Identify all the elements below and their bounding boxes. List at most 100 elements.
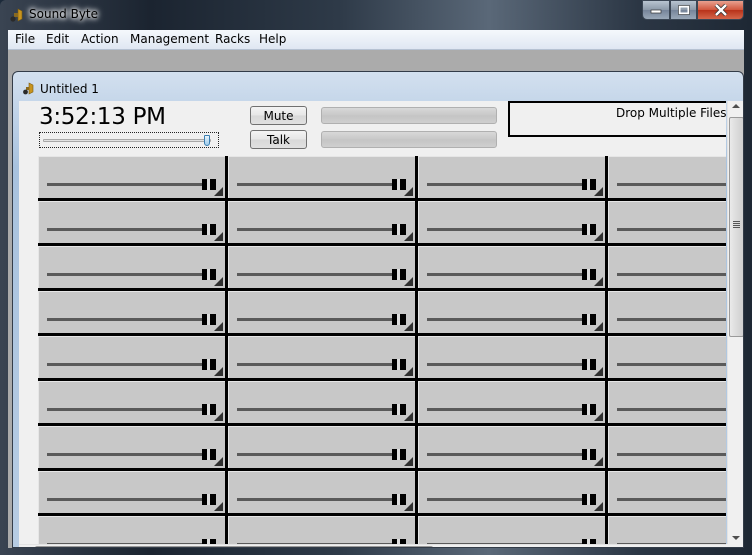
gramophone-icon [10, 8, 23, 22]
mute-button[interactable]: Mute [250, 106, 307, 125]
cell-face [228, 381, 415, 423]
document-window: Untitled 1 3:52:13 PM Mute Talk Drop Mul… [12, 71, 744, 548]
scroll-up-arrow-icon[interactable] [732, 104, 740, 108]
sound-cell[interactable] [608, 426, 726, 471]
resize-corner-icon [594, 322, 603, 331]
menu-management[interactable]: Management [130, 32, 209, 46]
sound-cell[interactable] [38, 471, 228, 516]
resize-corner-icon [404, 367, 413, 376]
resize-corner-icon [214, 367, 223, 376]
menu-help[interactable]: Help [259, 32, 286, 46]
cell-face [228, 291, 415, 333]
cell-volume-track [617, 228, 726, 231]
menu-edit[interactable]: Edit [46, 32, 69, 46]
sound-cell[interactable] [418, 336, 608, 381]
sound-cell[interactable] [38, 291, 228, 336]
sound-cell[interactable] [228, 156, 418, 201]
sound-cell[interactable] [418, 246, 608, 291]
sound-cell[interactable] [228, 336, 418, 381]
resize-corner-icon [214, 187, 223, 196]
menu-bar: File Edit Action Management Racks Help [8, 30, 744, 50]
resize-corner-icon [594, 232, 603, 241]
sound-cell[interactable] [418, 471, 608, 516]
sound-cell[interactable] [608, 516, 726, 544]
window-title: Sound Byte [29, 7, 99, 21]
resize-corner-icon [214, 232, 223, 241]
menu-action[interactable]: Action [81, 32, 119, 46]
sound-cell[interactable] [228, 426, 418, 471]
close-button[interactable] [697, 0, 744, 20]
cell-volume-track [237, 273, 399, 276]
sound-cell[interactable] [418, 291, 608, 336]
sound-cell[interactable] [38, 156, 228, 201]
cell-face [38, 246, 225, 288]
sound-cell[interactable] [608, 336, 726, 381]
cell-volume-track [47, 363, 209, 366]
cell-volume-track [427, 408, 589, 411]
sound-cell[interactable] [38, 246, 228, 291]
cell-face [608, 246, 726, 288]
horizontal-scroll-thumb[interactable] [35, 546, 433, 547]
sound-cell[interactable] [608, 156, 726, 201]
cell-face [418, 381, 605, 423]
cell-face [228, 156, 415, 198]
sound-cell[interactable] [608, 201, 726, 246]
sound-cell[interactable] [228, 381, 418, 426]
vertical-scrollbar[interactable] [727, 101, 743, 544]
cell-volume-track [617, 273, 726, 276]
sound-cell[interactable] [608, 381, 726, 426]
sound-cell[interactable] [228, 246, 418, 291]
slider-thumb[interactable] [204, 135, 210, 146]
menu-file[interactable]: File [15, 32, 35, 46]
resize-corner-icon [214, 457, 223, 466]
menu-racks[interactable]: Racks [215, 32, 250, 46]
horizontal-scrollbar[interactable] [19, 544, 726, 547]
file-drop-zone[interactable]: Drop Multiple Files H [508, 101, 726, 137]
master-volume-slider[interactable] [39, 132, 219, 148]
title-bar[interactable]: Sound Byte [0, 0, 752, 30]
cell-volume-track [237, 318, 399, 321]
resize-grip-icon[interactable] [726, 544, 743, 547]
sound-cell[interactable] [228, 516, 418, 544]
sound-cell[interactable] [38, 516, 228, 544]
minimize-button[interactable] [642, 0, 670, 20]
cell-face [608, 201, 726, 243]
cell-volume-track [427, 228, 589, 231]
cell-face [228, 516, 415, 544]
sound-cell[interactable] [418, 516, 608, 544]
sound-cell[interactable] [38, 426, 228, 471]
sound-cell[interactable] [228, 471, 418, 516]
sound-cell[interactable] [608, 471, 726, 516]
sound-cell[interactable] [418, 201, 608, 246]
cell-face [608, 336, 726, 378]
cell-volume-track [47, 228, 209, 231]
sound-cell[interactable] [228, 291, 418, 336]
sound-cell[interactable] [418, 426, 608, 471]
talk-button[interactable]: Talk [250, 130, 307, 149]
cell-face [228, 246, 415, 288]
level-meter-1 [321, 107, 497, 124]
cell-face [608, 156, 726, 198]
resize-corner-icon [404, 232, 413, 241]
maximize-button[interactable] [670, 0, 697, 20]
clock-display: 3:52:13 PM [39, 104, 166, 130]
cell-face [418, 201, 605, 243]
sound-cell[interactable] [608, 246, 726, 291]
level-meter-2 [321, 131, 497, 148]
vertical-scroll-thumb[interactable] [729, 117, 743, 337]
sound-cell[interactable] [38, 336, 228, 381]
sound-cell[interactable] [608, 291, 726, 336]
sound-cell[interactable] [418, 381, 608, 426]
cell-volume-track [47, 498, 209, 501]
cell-face [228, 471, 415, 513]
drop-zone-label: Drop Multiple Files H [616, 106, 726, 120]
sound-cell[interactable] [38, 381, 228, 426]
sound-cell[interactable] [418, 156, 608, 201]
close-icon [714, 4, 727, 16]
scroll-down-arrow-icon[interactable] [732, 536, 740, 540]
cell-face [38, 336, 225, 378]
resize-corner-icon [594, 277, 603, 286]
cell-volume-track [427, 273, 589, 276]
sound-cell[interactable] [228, 201, 418, 246]
sound-cell[interactable] [38, 201, 228, 246]
